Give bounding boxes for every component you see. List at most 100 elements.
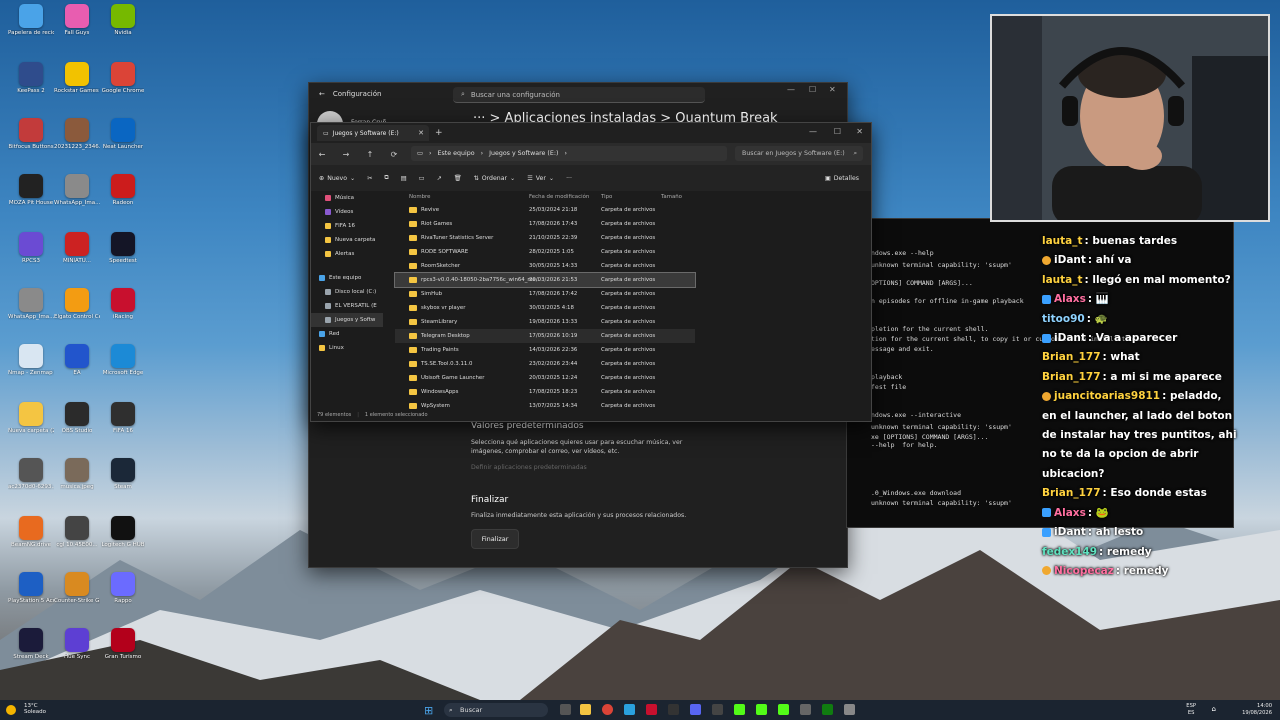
desktop-icon[interactable]: Hue Sync bbox=[54, 628, 100, 680]
desktop-icon[interactable]: Rockstar Games Launcher bbox=[54, 62, 100, 114]
chat-username[interactable]: juancitoarias9811 bbox=[1054, 390, 1160, 402]
desktop-icon[interactable]: Rappo bbox=[100, 572, 146, 624]
desktop-icon[interactable]: BeamNG.drive bbox=[8, 516, 54, 568]
sidebar-item[interactable]: Linux bbox=[311, 341, 383, 355]
app-icon[interactable] bbox=[712, 704, 723, 715]
chat-username[interactable]: Alaxs bbox=[1054, 507, 1086, 519]
windows-start-icon[interactable]: ⊞ bbox=[424, 704, 433, 717]
clock[interactable]: 14:00 19/08/2026 bbox=[1242, 703, 1272, 716]
desktop-icon[interactable]: Counter-Strike Global Offensive bbox=[54, 572, 100, 624]
task-view-icon[interactable] bbox=[560, 704, 571, 715]
kick-icon[interactable] bbox=[756, 704, 767, 715]
defaults-link[interactable]: Definir aplicaciones predeterminadas bbox=[471, 464, 587, 471]
breadcrumb-item[interactable]: Este equipo bbox=[437, 150, 474, 157]
table-row[interactable]: RODE SOFTWARE 28/02/2025 1:05 Carpeta de a… bbox=[395, 245, 871, 259]
table-row[interactable]: Revive 25/03/2024 21:18 Carpeta de archivo… bbox=[395, 203, 871, 217]
chat-username[interactable]: Alaxs bbox=[1054, 293, 1086, 305]
desktop-icon[interactable]: 20231223_2346... bbox=[54, 118, 100, 170]
desktop-icon[interactable]: musica.jpeg bbox=[54, 458, 100, 510]
desktop-icon[interactable]: Neat Launcher bbox=[100, 118, 146, 170]
close-tab-icon[interactable]: ✕ bbox=[418, 129, 424, 137]
desktop-icon[interactable]: Bitfocus Buttons bbox=[8, 118, 54, 170]
sidebar-item[interactable]: Nueva carpeta bbox=[311, 233, 383, 247]
table-row[interactable]: Riot Games 17/08/2026 17:43 Carpeta de arc… bbox=[395, 217, 871, 231]
table-row[interactable]: TS.SE.Tool.0.3.11.0 23/02/2026 23:44 Carpe… bbox=[395, 357, 871, 371]
app-icon[interactable] bbox=[800, 704, 811, 715]
chat-username[interactable]: titoo90 bbox=[1042, 313, 1085, 325]
desktop-icon[interactable]: Gran Turismo bbox=[100, 628, 146, 680]
chat-username[interactable]: Nicopecaz bbox=[1054, 565, 1114, 577]
minimize-icon[interactable]: — bbox=[809, 127, 817, 136]
share-icon[interactable]: ↗ bbox=[437, 175, 442, 182]
xbox-icon[interactable] bbox=[822, 704, 833, 715]
desktop-icon[interactable]: Nueva carpeta (2) bbox=[8, 402, 54, 454]
desktop-icon[interactable]: Logitech G HUB bbox=[100, 516, 146, 568]
chat-username[interactable]: iDant bbox=[1054, 526, 1086, 538]
table-row[interactable]: SimHub 17/08/2026 17:42 Carpeta de archivo… bbox=[395, 287, 871, 301]
close-icon[interactable]: ✕ bbox=[856, 127, 863, 136]
explorer-tab[interactable]: ▭ Juegos y Software (E:) ✕ bbox=[317, 125, 429, 141]
column-name[interactable]: Nombre bbox=[409, 194, 430, 200]
desktop-icon[interactable]: KeePass 2 bbox=[8, 62, 54, 114]
desktop-icon[interactable]: WhatsApp_Ima... bbox=[8, 288, 54, 340]
desktop-icon[interactable]: PlayStation 5 Accessories bbox=[8, 572, 54, 624]
up-arrow-icon[interactable]: ↑ bbox=[363, 150, 377, 159]
desktop-icon[interactable]: Nvidia bbox=[100, 4, 146, 56]
table-row[interactable]: skybox vr player 30/03/2025 4:18 Carpeta d… bbox=[395, 301, 871, 315]
desktop-icon[interactable]: Elgato Control Center bbox=[54, 288, 100, 340]
sidebar-item[interactable]: FIFA 16 bbox=[311, 219, 383, 233]
desktop-icon[interactable]: Speedtest bbox=[100, 232, 146, 284]
desktop-icon[interactable]: Papelera de reciclaje bbox=[8, 4, 54, 56]
rename-icon[interactable]: ▭ bbox=[419, 175, 425, 182]
settings-gear-icon[interactable] bbox=[844, 704, 855, 715]
sidebar-item[interactable]: EL VERSATIL (E bbox=[311, 299, 383, 313]
desktop-icon[interactable]: Microsoft Edge bbox=[100, 344, 146, 396]
close-icon[interactable]: ✕ bbox=[829, 85, 836, 94]
column-size[interactable]: Tamaño bbox=[661, 194, 682, 200]
desktop-icon[interactable]: FIFA 16 bbox=[100, 402, 146, 454]
sort-button[interactable]: ⇅ Ordenar ⌄ bbox=[474, 175, 516, 182]
desktop-icon[interactable]: Radeon bbox=[100, 174, 146, 226]
kick-icon[interactable] bbox=[734, 704, 745, 715]
network-icon[interactable]: ⌂ bbox=[1212, 705, 1216, 713]
taskbar-search[interactable]: ⌕ Buscar bbox=[444, 703, 548, 717]
sidebar-item[interactable]: Juegos y Softw bbox=[311, 313, 383, 327]
details-button[interactable]: ▣ Detalles bbox=[825, 175, 859, 182]
more-options-button[interactable]: ··· bbox=[566, 175, 572, 182]
chat-username[interactable]: fedex149 bbox=[1042, 546, 1097, 558]
column-type[interactable]: Tipo bbox=[601, 194, 612, 200]
breadcrumb[interactable]: ▭ › Este equipo › Juegos y Software (E:)… bbox=[411, 146, 727, 161]
desktop-icon[interactable]: MINIATU... bbox=[54, 232, 100, 284]
desktop-icon[interactable]: Nmap - Zenmap GUI bbox=[8, 344, 54, 396]
desktop-icon[interactable]: Stream Deck bbox=[8, 628, 54, 680]
breadcrumb-item[interactable]: Juegos y Software (E:) bbox=[489, 150, 558, 157]
app-icon[interactable] bbox=[668, 704, 679, 715]
column-date[interactable]: Fecha de modificación bbox=[529, 194, 589, 200]
delete-icon[interactable]: 🗑 bbox=[454, 174, 462, 182]
copy-icon[interactable]: ⧉ bbox=[384, 174, 388, 182]
chat-username[interactable]: iDant bbox=[1054, 332, 1086, 344]
view-button[interactable]: ☰ Ver ⌄ bbox=[527, 175, 554, 182]
finalize-button[interactable]: Finalizar bbox=[471, 529, 519, 549]
desktop-icon[interactable]: Steam bbox=[100, 458, 146, 510]
table-row[interactable]: Ubisoft Game Launcher 20/03/2025 12:24 Car… bbox=[395, 371, 871, 385]
sidebar-item[interactable]: Disco local (C:) bbox=[311, 285, 383, 299]
telegram-icon[interactable] bbox=[624, 704, 635, 715]
table-row[interactable]: WindowsApps 17/08/2025 18:23 Carpeta de ar… bbox=[395, 385, 871, 399]
sidebar-item[interactable]: Alertas bbox=[311, 247, 383, 261]
explorer-search-input[interactable]: Buscar en Juegos y Software (E:) ⌕ bbox=[735, 146, 863, 161]
back-arrow-icon[interactable]: ← bbox=[315, 150, 329, 159]
new-tab-icon[interactable]: + bbox=[435, 128, 443, 138]
file-explorer-icon[interactable] bbox=[580, 704, 591, 715]
desktop-icon[interactable]: Fall Guys bbox=[54, 4, 100, 56]
chat-username[interactable]: Brian_177 bbox=[1042, 371, 1101, 383]
desktop-icon[interactable]: Google Chrome bbox=[100, 62, 146, 114]
maximize-icon[interactable]: ☐ bbox=[834, 127, 841, 136]
desktop-icon[interactable]: MOZA Pit House bbox=[8, 174, 54, 226]
desktop-icon[interactable]: cgl 10.45E00... bbox=[54, 516, 100, 568]
sidebar-item[interactable]: Este equipo bbox=[311, 271, 383, 285]
chrome-icon[interactable] bbox=[602, 704, 613, 715]
chat-username[interactable]: lauta_t bbox=[1042, 274, 1083, 286]
table-row[interactable]: SteamLibrary 19/08/2026 13:33 Carpeta de a… bbox=[395, 315, 871, 329]
minimize-icon[interactable]: — bbox=[787, 85, 795, 94]
